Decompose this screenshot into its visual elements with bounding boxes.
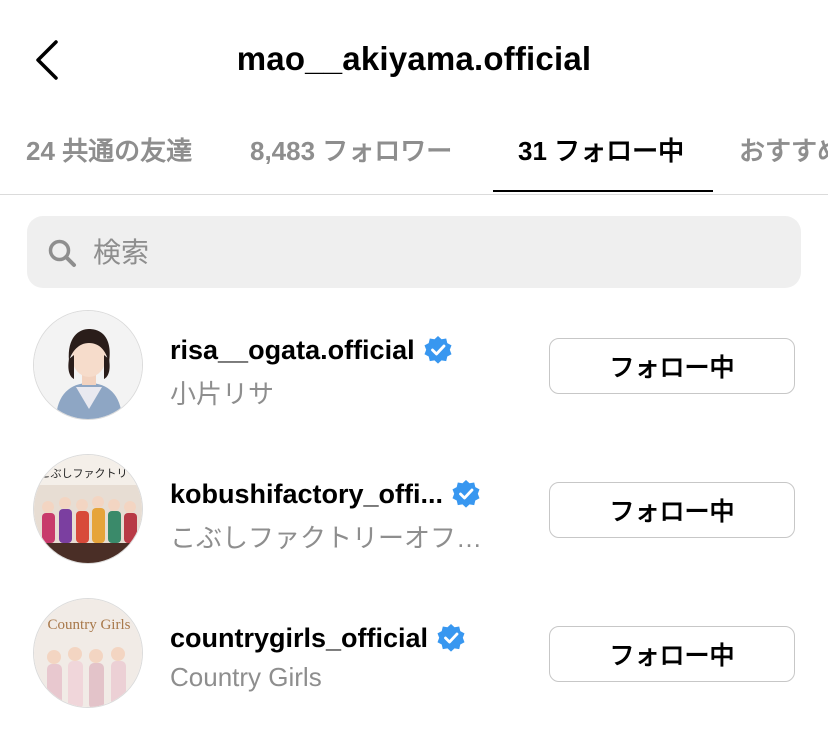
username[interactable]: kobushifactory_offi... bbox=[170, 479, 443, 510]
tab-following[interactable]: 31 フォロー中 bbox=[518, 122, 684, 193]
search-bar[interactable] bbox=[27, 216, 801, 288]
avatar[interactable] bbox=[33, 310, 143, 420]
avatar[interactable]: こぶしファクトリー bbox=[33, 454, 143, 564]
search-icon bbox=[48, 239, 76, 267]
search-input[interactable] bbox=[91, 228, 775, 278]
list-item: risa__ogata.official 小片リサ フォロー中 bbox=[0, 310, 828, 454]
username[interactable]: countrygirls_official bbox=[170, 623, 428, 654]
list-item: こぶしファクトリー kobushifactory_offi... こぶしファクト… bbox=[0, 454, 828, 598]
tab-mutual-friends[interactable]: 24 共通の友達 bbox=[26, 122, 192, 193]
avatar[interactable]: Country Girls bbox=[33, 598, 143, 708]
display-name: こぶしファクトリーオフ… bbox=[170, 523, 483, 553]
page-title: mao__akiyama.official bbox=[236, 40, 592, 77]
tab-followers[interactable]: 8,483 フォロワー bbox=[250, 122, 452, 193]
header: mao__akiyama.official bbox=[0, 0, 828, 122]
verified-badge-icon bbox=[424, 336, 452, 364]
verified-badge-icon bbox=[452, 480, 480, 508]
username[interactable]: risa__ogata.official bbox=[170, 335, 415, 366]
list-item: Country Girls countrygirls_official Coun… bbox=[0, 598, 828, 742]
avatar-logo-text: Country Girls bbox=[48, 617, 131, 633]
display-name: Country Girls bbox=[170, 662, 322, 692]
following-button[interactable]: フォロー中 bbox=[549, 482, 795, 538]
avatar-logo-text: こぶしファクトリー bbox=[40, 467, 139, 480]
active-tab-indicator bbox=[493, 190, 713, 192]
display-name: 小片リサ bbox=[170, 379, 275, 409]
following-button[interactable]: フォロー中 bbox=[549, 626, 795, 682]
tab-bar: 24 共通の友達 8,483 フォロワー 31 フォロー中 おすすめ bbox=[0, 122, 828, 195]
following-button[interactable]: フォロー中 bbox=[549, 338, 795, 394]
tab-suggested[interactable]: おすすめ bbox=[739, 122, 828, 193]
verified-badge-icon bbox=[437, 624, 465, 652]
